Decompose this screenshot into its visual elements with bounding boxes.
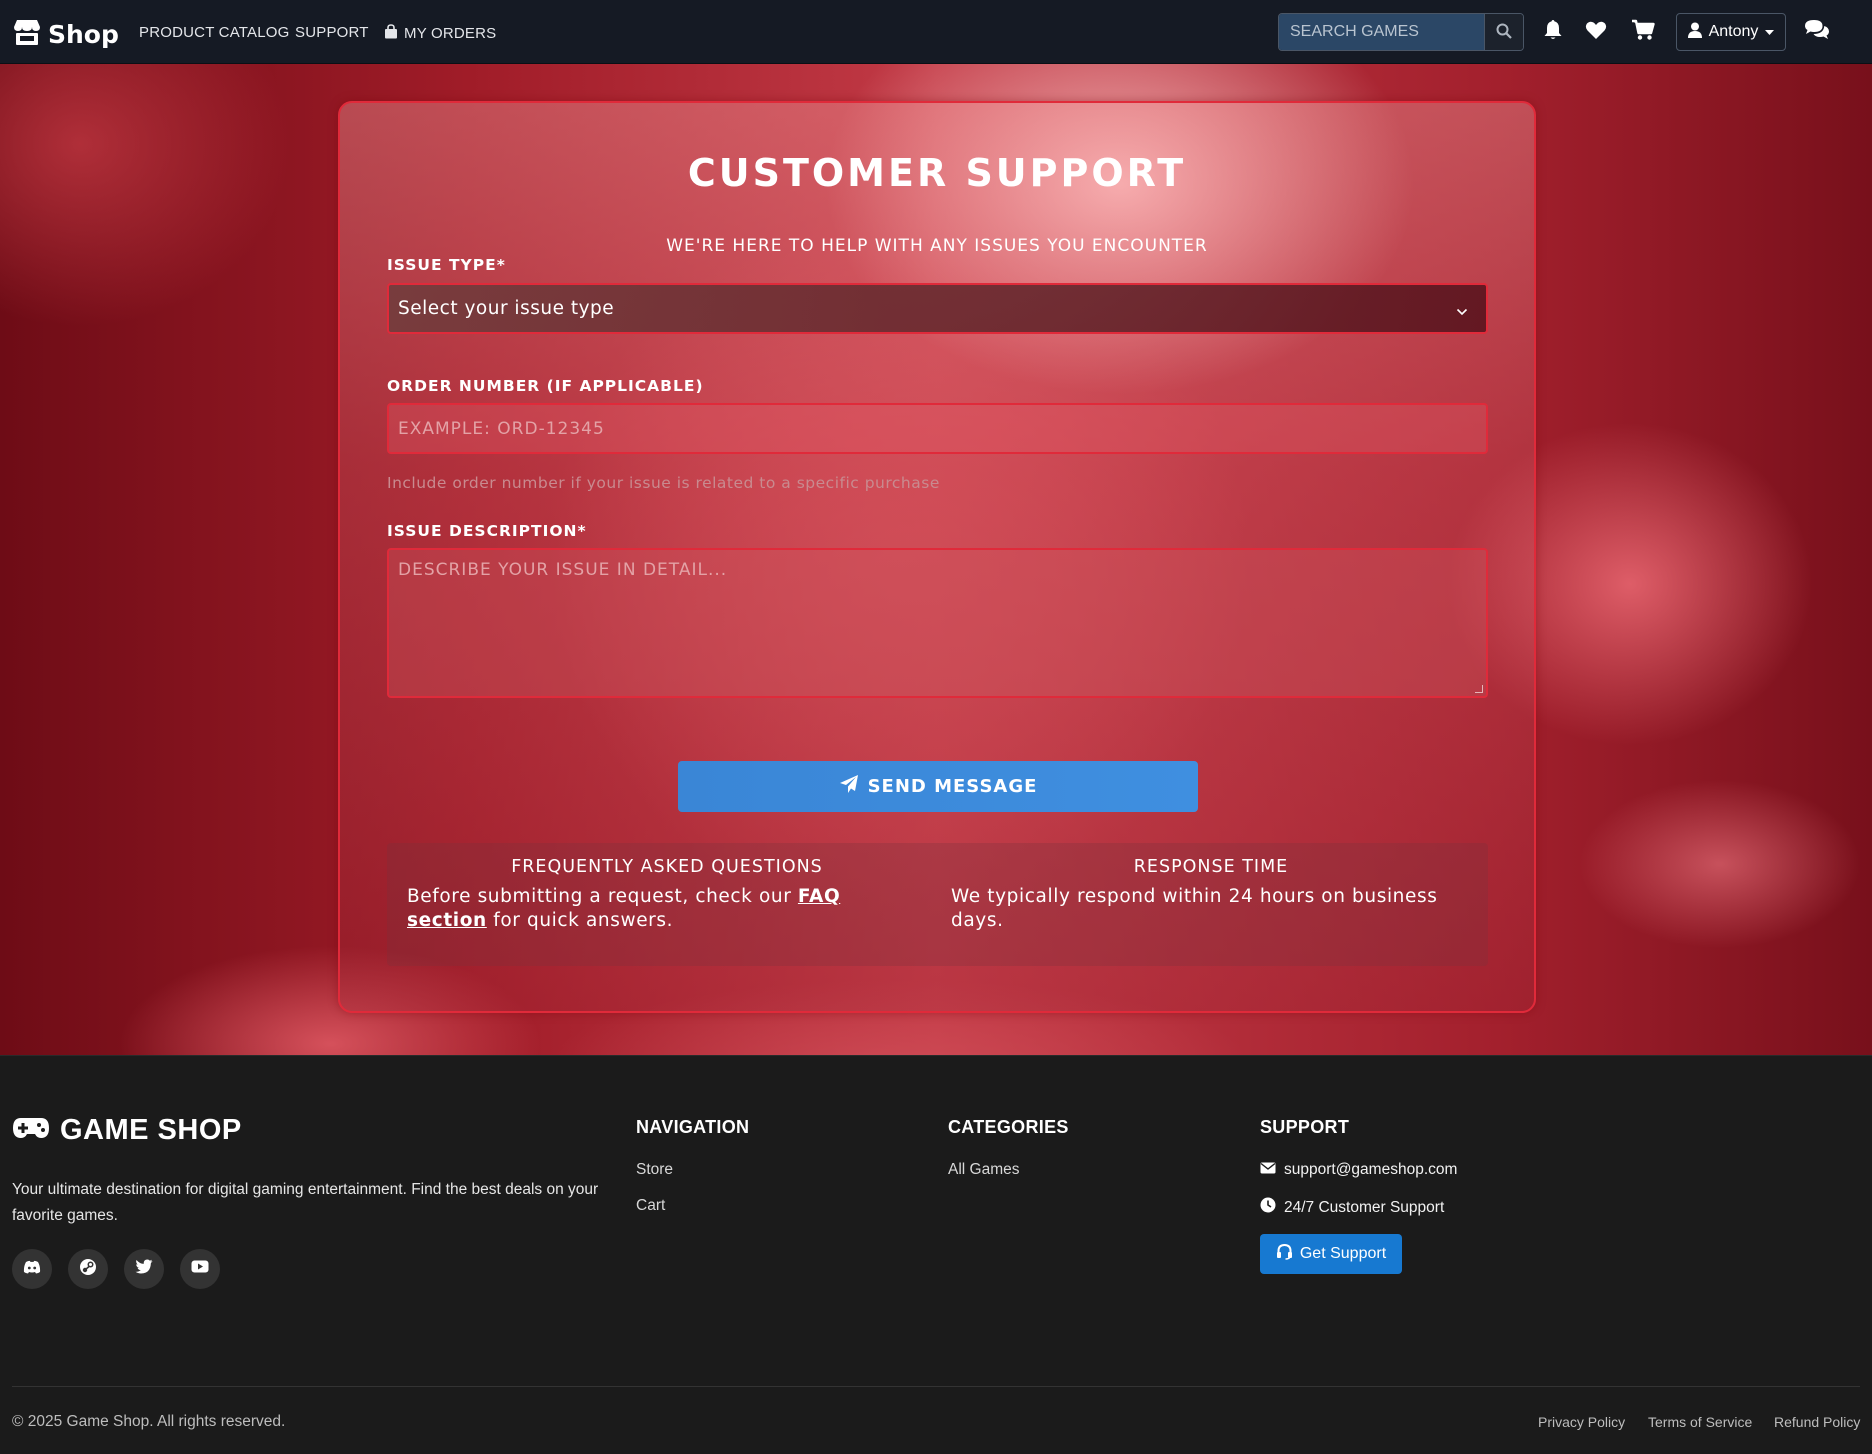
steam-icon (79, 1258, 97, 1281)
user-menu-button[interactable]: Antony (1676, 13, 1786, 51)
footer-link-store[interactable]: Store (636, 1161, 673, 1179)
user-name: Antony (1708, 23, 1759, 40)
search-form (1278, 13, 1524, 51)
response-heading: RESPONSE TIME (1133, 857, 1289, 877)
cart-icon (1631, 19, 1655, 46)
wishlist-button[interactable] (1584, 20, 1608, 44)
terms-of-service-link[interactable]: Terms of Service (1648, 1414, 1752, 1430)
issue-description-label: ISSUE DESCRIPTION* (387, 522, 587, 540)
faq-text-start: Before submitting a request, check our (407, 886, 798, 907)
order-number-input[interactable]: EXAMPLE: ORD-12345 (387, 403, 1488, 454)
refund-policy-link[interactable]: Refund Policy (1774, 1414, 1860, 1430)
youtube-link[interactable] (180, 1249, 220, 1289)
youtube-icon (191, 1260, 209, 1278)
brand-name: Shop (48, 20, 119, 49)
support-card: CUSTOMER SUPPORT WE'RE HERE TO HELP WITH… (338, 101, 1536, 1013)
send-message-button[interactable]: SEND MESSAGE (678, 761, 1198, 812)
search-input[interactable] (1279, 14, 1484, 50)
comments-icon (1804, 19, 1830, 46)
notifications-button[interactable] (1541, 19, 1565, 46)
brand-link[interactable]: Shop (12, 18, 119, 51)
footer-brand-name: GAME SHOP (60, 1114, 242, 1146)
footer-support-email[interactable]: support@gameshop.com (1260, 1161, 1457, 1179)
footer-description: Your ultimate destination for digital ga… (12, 1181, 599, 1224)
footer-categories-heading: CATEGORIES (948, 1117, 1069, 1137)
footer-brand: GAME SHOP (12, 1114, 242, 1147)
get-support-label: Get Support (1299, 1245, 1387, 1262)
chat-button[interactable] (1803, 19, 1831, 46)
envelope-icon (1260, 1161, 1276, 1179)
hero-section: CUSTOMER SUPPORT WE'RE HERE TO HELP WITH… (0, 64, 1872, 1055)
order-number-label: ORDER NUMBER (IF APPLICABLE) (387, 377, 704, 395)
site-footer: GAME SHOP Your ultimate destination for … (0, 1055, 1872, 1454)
info-panel: FREQUENTLY ASKED QUESTIONS Before submit… (387, 843, 1488, 966)
caret-down-icon (1765, 23, 1775, 41)
twitter-link[interactable] (124, 1249, 164, 1289)
issue-description-placeholder: DESCRIBE YOUR ISSUE IN DETAIL... (398, 560, 728, 580)
footer-support-heading: SUPPORT (1260, 1117, 1350, 1137)
cart-button[interactable] (1631, 19, 1655, 46)
copyright-text: © 2025 Game Shop. All rights reserved. (12, 1413, 286, 1430)
nav-my-orders[interactable]: MY ORDERS (384, 24, 496, 43)
search-icon (1496, 23, 1512, 42)
issue-type-select[interactable]: Select your issue type (387, 283, 1488, 334)
nav-support[interactable]: SUPPORT (295, 24, 369, 41)
faq-heading: FREQUENTLY ASKED QUESTIONS (511, 857, 823, 877)
nav-my-orders-label: MY ORDERS (404, 25, 497, 42)
faq-column: FREQUENTLY ASKED QUESTIONS Before submit… (407, 857, 927, 933)
footer-divider (12, 1386, 1860, 1387)
bell-icon (1543, 19, 1563, 46)
gamepad-icon (12, 1114, 50, 1147)
page-title: CUSTOMER SUPPORT (687, 151, 1187, 195)
order-number-help: Include order number if your issue is re… (387, 474, 940, 492)
bag-icon (384, 24, 398, 43)
send-message-label: SEND MESSAGE (867, 776, 1038, 797)
search-button[interactable] (1484, 14, 1523, 50)
discord-link[interactable] (12, 1249, 52, 1289)
issue-type-label: ISSUE TYPE* (387, 256, 506, 274)
store-icon (12, 18, 42, 51)
get-support-button[interactable]: Get Support (1260, 1234, 1402, 1274)
footer-link-cart[interactable]: Cart (636, 1197, 665, 1215)
order-number-placeholder: EXAMPLE: ORD-12345 (398, 418, 605, 439)
nav-product-catalog[interactable]: PRODUCT CATALOG (139, 24, 290, 41)
footer-support-hours-text: 24/7 Customer Support (1284, 1198, 1445, 1216)
clock-icon (1260, 1197, 1276, 1218)
footer-support-email-text: support@gameshop.com (1284, 1161, 1458, 1178)
footer-support-hours: 24/7 Customer Support (1260, 1197, 1444, 1218)
twitter-icon (135, 1259, 153, 1279)
top-navbar: Shop PRODUCT CATALOG SUPPORT MY ORDERS A… (0, 0, 1872, 64)
response-text: We typically respond within 24 hours on … (951, 886, 1438, 931)
issue-type-value: Select your issue type (398, 298, 615, 319)
issue-description-textarea[interactable]: DESCRIBE YOUR ISSUE IN DETAIL... (387, 548, 1488, 698)
page-subtitle: WE'RE HERE TO HELP WITH ANY ISSUES YOU E… (666, 236, 1208, 256)
footer-link-all-games[interactable]: All Games (948, 1161, 1020, 1179)
paper-plane-icon (839, 774, 859, 799)
resize-handle[interactable] (1475, 685, 1483, 693)
faq-text: Before submitting a request, check our F… (407, 885, 927, 933)
chevron-down-icon (1456, 303, 1468, 321)
headset-icon (1276, 1243, 1293, 1265)
faq-text-end: for quick answers. (486, 910, 674, 931)
footer-navigation-heading: NAVIGATION (636, 1117, 750, 1137)
privacy-policy-link[interactable]: Privacy Policy (1538, 1414, 1625, 1430)
discord-icon (23, 1260, 41, 1279)
response-column: RESPONSE TIME We typically respond withi… (951, 857, 1471, 933)
heart-icon (1585, 20, 1607, 45)
user-icon (1687, 22, 1702, 43)
steam-link[interactable] (68, 1249, 108, 1289)
